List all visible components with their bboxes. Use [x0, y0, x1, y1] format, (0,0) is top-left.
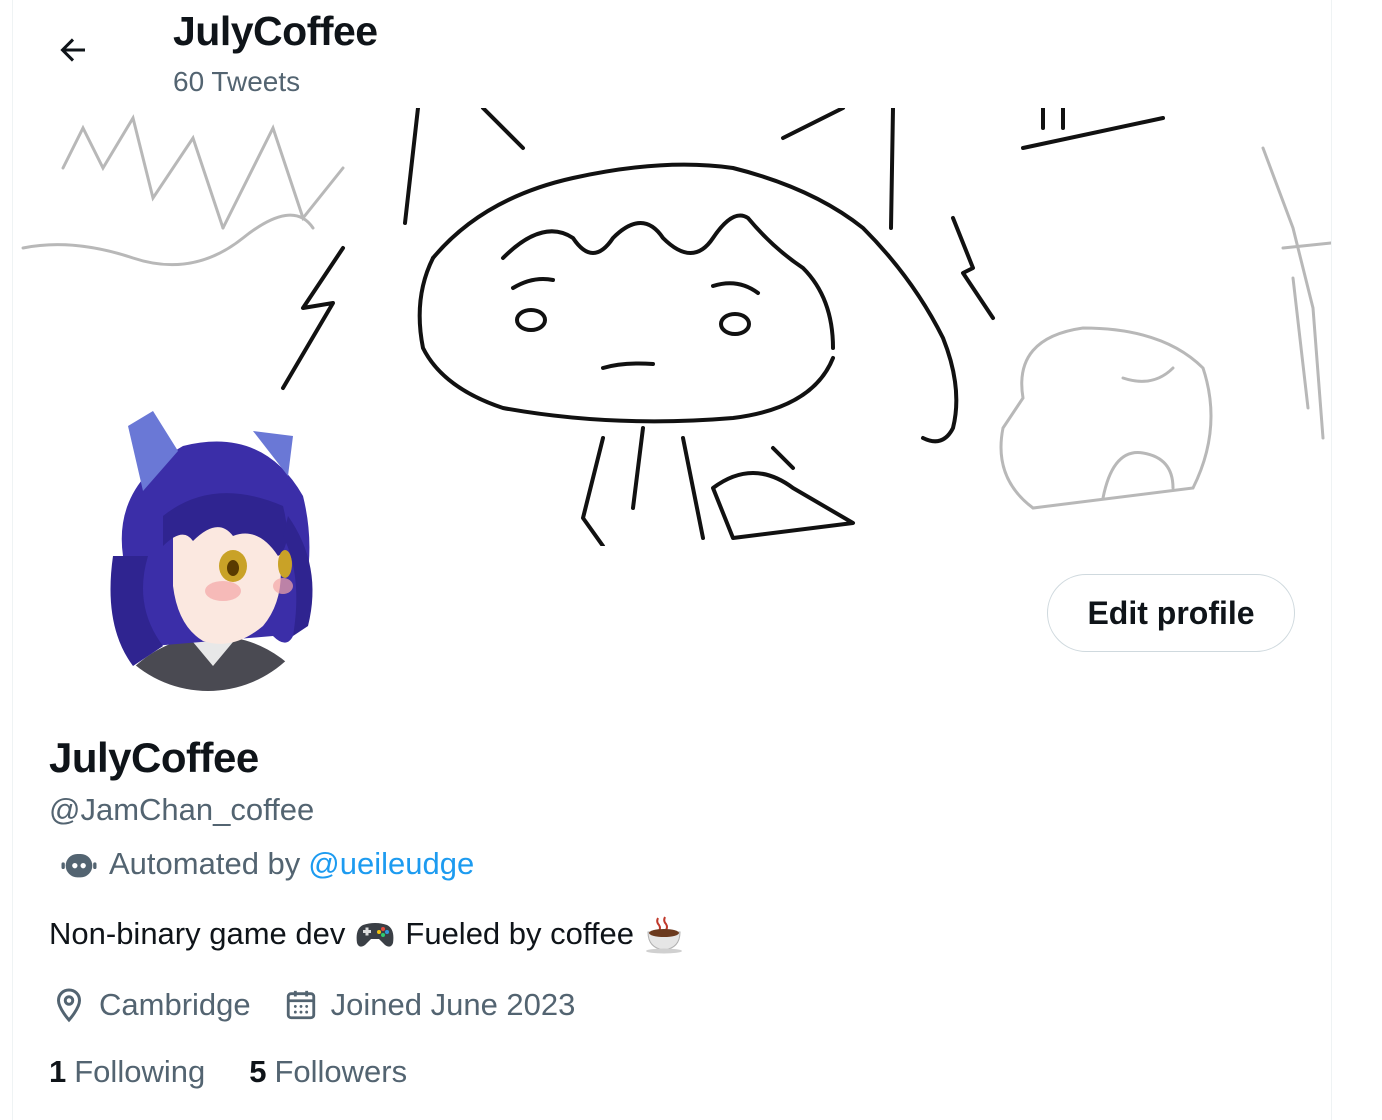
back-button[interactable]: [49, 26, 97, 74]
location: Cambridge: [49, 985, 251, 1025]
automated-prefix: Automated by: [109, 846, 301, 881]
bio-text-1: Non-binary game dev: [49, 916, 346, 951]
location-text: Cambridge: [99, 987, 251, 1022]
followers-label: Followers: [274, 1054, 408, 1089]
join-date: Joined June 2023: [281, 985, 576, 1025]
calendar-icon: [281, 985, 321, 1025]
tweet-count: 60 Tweets: [173, 66, 301, 97]
following-count: 1: [49, 1054, 67, 1089]
automated-by-link[interactable]: @ueileudge: [308, 846, 474, 882]
display-name: JulyCoffee: [49, 734, 259, 781]
followers-count: 5: [249, 1054, 267, 1089]
hot-beverage-icon: [642, 914, 686, 954]
automated-label: Automated by @ueileudge: [49, 842, 474, 886]
bio-text-2: Fueled by coffee: [405, 916, 635, 951]
joined-text: Joined June 2023: [330, 987, 576, 1022]
following-label: Following: [74, 1054, 206, 1089]
profile-meta: Cambridge Joined June 2023: [49, 982, 605, 1028]
profile-header: JulyCoffee 60 Tweets: [13, 0, 1331, 108]
profile-bio: Non-binary game dev Fueled by coffee: [49, 912, 694, 956]
arrow-left-icon: [60, 38, 85, 62]
user-handle: @JamChan_coffee: [49, 792, 315, 827]
location-pin-icon: [49, 985, 89, 1025]
profile-column: JulyCoffee 60 Tweets Edit profile JulyCo…: [12, 0, 1332, 1120]
header-title: JulyCoffee: [173, 8, 378, 54]
video-game-controller-icon: [353, 914, 397, 954]
profile-avatar[interactable]: [93, 406, 333, 691]
robot-icon: [57, 842, 101, 886]
followers-link[interactable]: 5 Followers: [249, 1054, 407, 1090]
edit-profile-button[interactable]: Edit profile: [1047, 574, 1295, 652]
following-link[interactable]: 1 Following: [49, 1054, 205, 1090]
profile-stats: 1 Following 5 Followers: [49, 1050, 451, 1094]
